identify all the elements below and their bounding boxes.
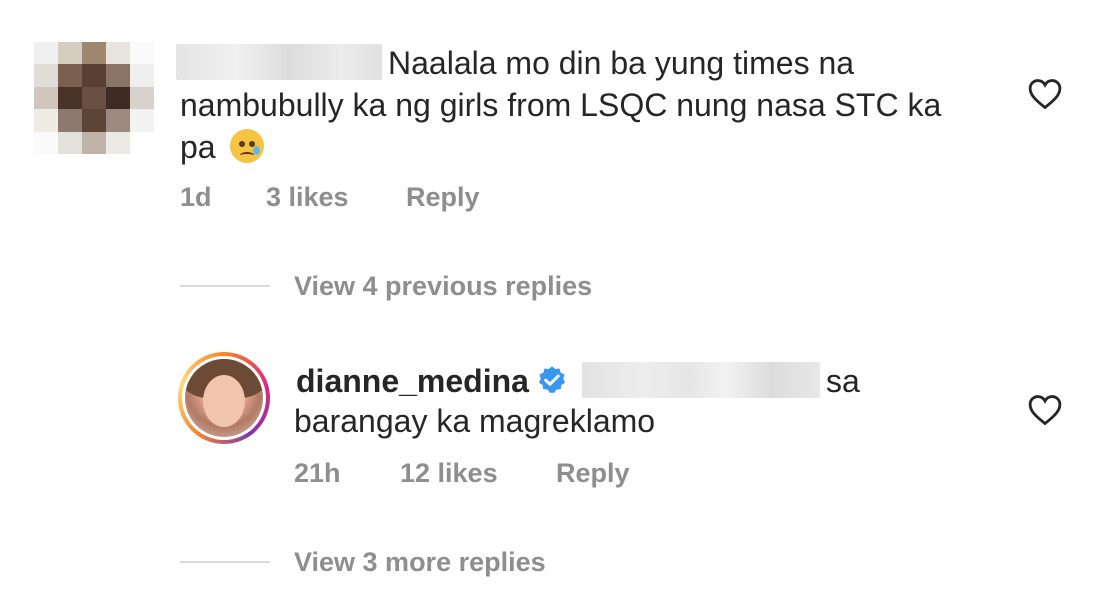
verified-badge-icon	[538, 365, 565, 393]
heart-outline-icon[interactable]	[1028, 394, 1062, 426]
redacted-username	[176, 44, 382, 80]
comment-likes-count[interactable]: 3 likes	[266, 182, 349, 213]
redacted-mention	[582, 362, 820, 398]
comment-text-cont: nambubully ka ng girls from LSQC nung na…	[180, 84, 1000, 168]
reply-timestamp: 21h	[294, 458, 341, 488]
reply-button[interactable]: Reply	[556, 458, 630, 489]
view-more-replies-link[interactable]: View 3 more replies	[294, 547, 546, 578]
view-previous-replies-link[interactable]: View 4 previous replies	[294, 271, 592, 302]
comment-line-2: nambubully ka ng girls from LSQC nung na…	[180, 87, 942, 123]
heart-outline-icon[interactable]	[1028, 78, 1062, 110]
reply-comment-line-2: barangay ka magreklamo	[294, 403, 656, 439]
more-replies-divider	[180, 561, 270, 563]
reply-likes-count[interactable]: 12 likes	[400, 458, 498, 489]
crying-face-emoji	[230, 128, 265, 163]
comment-line-3: pa	[180, 126, 1000, 168]
comment-timestamp: 1d	[180, 182, 212, 212]
reply-button[interactable]: Reply	[406, 182, 480, 213]
reply-comment-line-1: dianne_medina	[296, 360, 567, 402]
commenter-username[interactable]: dianne_medina	[296, 363, 529, 399]
comment-line-1: Naalala mo din ba yung times na	[388, 45, 855, 81]
comment-text: Naalala mo din ba yung times na	[388, 42, 854, 84]
commenter-avatar-blurred[interactable]	[34, 42, 154, 154]
dianne-medina-avatar[interactable]	[178, 352, 270, 444]
replies-divider	[180, 285, 270, 287]
reply-comment-suffix: sa	[826, 363, 860, 399]
